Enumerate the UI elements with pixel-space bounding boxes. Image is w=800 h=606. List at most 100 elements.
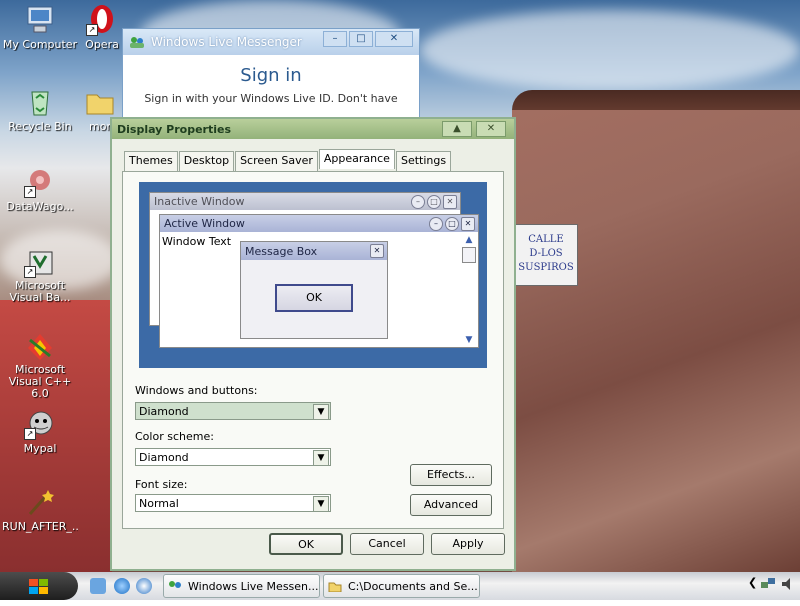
dialog-title: Display Properties [117, 122, 232, 136]
windows-logo-icon [29, 578, 49, 606]
cancel-button[interactable]: Cancel [350, 533, 424, 555]
preview-window-text: Window Text [162, 235, 232, 248]
desktop-icon-label: My Computer [2, 38, 78, 51]
message-box-title: Message Box [245, 244, 318, 258]
font-size-value: Normal [139, 497, 179, 510]
tab-settings[interactable]: Settings [395, 151, 452, 171]
stone-wall [512, 110, 800, 572]
media-player-icon[interactable] [136, 578, 152, 594]
desktop-icon-label: DataWago... [6, 200, 74, 213]
folder-icon [84, 86, 116, 118]
tab-themes[interactable]: Themes [124, 151, 178, 171]
windows-buttons-select[interactable]: Diamond ▼ [135, 402, 331, 420]
apply-button[interactable]: Apply [431, 533, 505, 555]
scroll-down-icon: ▼ [465, 335, 473, 345]
plaque-line-1: CALLE [528, 234, 564, 245]
tab-desktop[interactable]: Desktop [178, 151, 235, 171]
minimize-icon: – [411, 195, 425, 209]
color-scheme-select[interactable]: Diamond ▼ [135, 448, 331, 466]
messenger-signin-heading: Sign in [240, 65, 302, 86]
tab-screen-saver[interactable]: Screen Saver [235, 151, 318, 171]
windows-buttons-label: Windows and buttons: [135, 384, 258, 397]
preview-message-box: Message Box ✕ OK [240, 241, 388, 339]
close-button[interactable]: ✕ [476, 121, 506, 137]
close-icon: ✕ [443, 195, 457, 209]
volume-icon[interactable] [780, 576, 796, 595]
maximize-button[interactable]: □ [349, 31, 373, 47]
preview-inactive-titlebar: Inactive Window – □ ✕ [150, 193, 460, 210]
opera-icon: ↗ [86, 4, 118, 36]
help-button[interactable]: ▲ [442, 121, 472, 137]
preview-inactive-title: Inactive Window [154, 195, 245, 208]
maximize-icon: □ [445, 217, 459, 231]
plaque-line-3: SUSPIROS [518, 262, 574, 273]
visual-cpp-icon [24, 330, 56, 362]
desktop-icon-label: RUN_AFTER_... [2, 520, 78, 533]
minimize-icon: – [429, 217, 443, 231]
messenger-signin-hint: Sign in with your Windows Live ID. Don't… [144, 92, 398, 105]
desktop-icon-visual-cpp[interactable]: Microsoft Visual C++ 6.0 [2, 330, 78, 400]
show-desktop-icon[interactable] [90, 578, 106, 594]
appearance-preview: Inactive Window – □ ✕ Active Window – □ ✕ Wi… [139, 182, 487, 368]
tab-strip: Themes Desktop Screen Saver Appearance S… [124, 149, 452, 171]
chevron-down-icon[interactable]: ▼ [313, 450, 329, 466]
font-size-select[interactable]: Normal ▼ [135, 494, 331, 512]
desktop-icon-label: Mypal [23, 442, 57, 455]
scroll-up-icon: ▲ [465, 235, 473, 245]
effects-button[interactable]: Effects... [410, 464, 492, 486]
color-scheme-value: Diamond [139, 451, 189, 464]
minimize-button[interactable]: – [323, 31, 347, 47]
desktop-icon-opera[interactable]: ↗ Opera [80, 4, 124, 51]
ok-button[interactable]: OK [269, 533, 343, 555]
maximize-icon: □ [427, 195, 441, 209]
wand-icon [24, 486, 56, 518]
messenger-window[interactable]: Windows Live Messenger – □ ✕ Sign in Sig… [122, 28, 420, 130]
desktop-icon-datawagon[interactable]: ↗ DataWago... [2, 166, 78, 213]
chevron-down-icon[interactable]: ▼ [313, 496, 329, 512]
taskbar-item-label: C:\Documents and Se... [348, 579, 478, 593]
start-button[interactable] [0, 572, 78, 600]
taskbar-item-label: Windows Live Messen... [188, 579, 319, 593]
mypal-icon: ↗ [24, 408, 56, 440]
messenger-logo-icon [168, 580, 182, 592]
color-scheme-label: Color scheme: [135, 430, 214, 443]
shortcut-arrow-icon: ↗ [24, 186, 36, 198]
plaque-line-2: D-LOS [529, 248, 563, 259]
messenger-title: Windows Live Messenger [151, 35, 302, 49]
shortcut-arrow-icon: ↗ [24, 428, 36, 440]
close-button[interactable]: ✕ [375, 31, 413, 47]
desktop-icon-recycle-bin[interactable]: Recycle Bin [2, 86, 78, 133]
chevron-down-icon[interactable]: ▼ [313, 404, 329, 420]
advanced-button[interactable]: Advanced [410, 494, 492, 516]
desktop-icon-visual-basic[interactable]: ↗ Microsoft Visual Ba... [2, 246, 78, 304]
display-properties-dialog[interactable]: Display Properties ▲ ✕ Themes Desktop Sc… [110, 117, 516, 571]
scroll-thumb [462, 247, 476, 263]
desktop-icon-label: Recycle Bin [8, 120, 72, 133]
close-icon: ✕ [461, 217, 475, 231]
computer-icon [24, 4, 56, 36]
preview-ok-button: OK [275, 284, 353, 312]
messenger-logo-icon [129, 36, 145, 48]
desktop-icon-my-computer[interactable]: My Computer [2, 4, 78, 51]
close-icon: ✕ [370, 244, 384, 258]
desktop-icon-label: Microsoft Visual Ba... [9, 280, 71, 304]
preview-scrollbar: ▲ ▼ [462, 235, 476, 345]
shortcut-arrow-icon: ↗ [86, 24, 98, 36]
taskbar-item-messenger[interactable]: Windows Live Messen... [163, 574, 320, 598]
desktop-icon-run-after[interactable]: RUN_AFTER_... [2, 486, 78, 533]
internet-explorer-icon[interactable] [114, 578, 130, 594]
preview-active-window: Active Window – □ ✕ Window Text ▲ ▼ Messag… [159, 214, 479, 348]
datawagon-icon: ↗ [24, 166, 56, 198]
desktop-icon-mypal[interactable]: ↗ Mypal [2, 408, 78, 455]
taskbar-item-folder[interactable]: C:\Documents and Se... [323, 574, 480, 598]
tray-expand-icon[interactable]: ❮ [748, 576, 757, 589]
messenger-titlebar[interactable]: Windows Live Messenger – □ ✕ [123, 29, 419, 55]
font-size-label: Font size: [135, 478, 188, 491]
street-plaque: CALLE D-LOS SUSPIROS [514, 224, 578, 286]
network-icon[interactable] [760, 576, 776, 595]
taskbar: Windows Live Messen... C:\Documents and … [0, 572, 800, 600]
shortcut-arrow-icon: ↗ [24, 266, 36, 278]
visual-basic-icon: ↗ [24, 246, 56, 278]
tab-appearance[interactable]: Appearance [318, 149, 395, 169]
preview-active-titlebar: Active Window – □ ✕ [160, 215, 478, 232]
